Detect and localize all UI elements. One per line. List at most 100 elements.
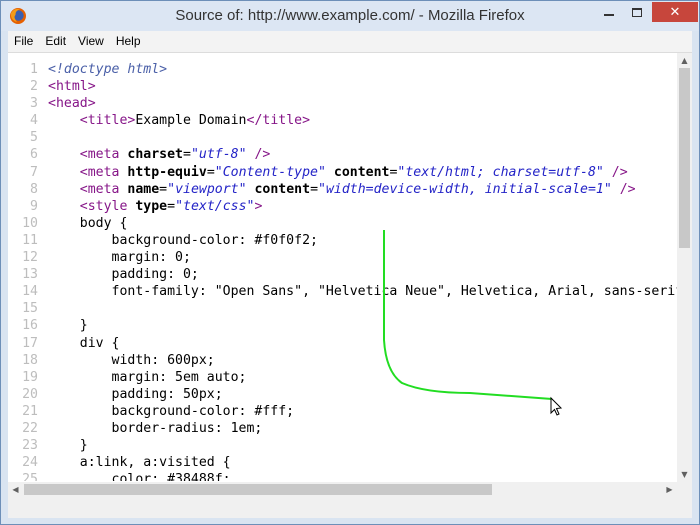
line-content: width: 600px; — [48, 352, 215, 369]
code-token: = — [167, 198, 176, 214]
code-token: body { — [48, 215, 128, 231]
source-line: 22 border-radius: 1em; — [8, 420, 677, 437]
line-content: <head> — [48, 95, 96, 112]
line-number: 15 — [22, 301, 38, 317]
source-line: 23 } — [8, 437, 677, 454]
line-content: <meta http-equiv="Content-type" content=… — [48, 164, 628, 181]
code-token: "utf-8" — [190, 147, 247, 163]
code-token: "width=device-width, initial-scale=1" — [318, 181, 612, 197]
line-content: <html> — [48, 78, 96, 95]
line-content: color: #38488f; — [48, 471, 231, 481]
source-line: 16 } — [8, 317, 677, 334]
code-token: } — [48, 438, 88, 454]
source-line: 15 — [8, 300, 677, 317]
scrollbar-corner — [677, 482, 692, 497]
code-token: } — [48, 318, 88, 334]
line-content: a:link, a:visited { — [48, 454, 231, 471]
code-token: color: #38488f; — [48, 472, 231, 481]
code-token: <title> — [79, 113, 136, 129]
code-token: <style — [79, 198, 136, 214]
maximize-button[interactable] — [623, 2, 651, 22]
horizontal-scroll-thumb[interactable] — [24, 484, 492, 495]
source-line: 13 padding: 0; — [8, 266, 677, 283]
code-token: padding: 0; — [48, 267, 199, 283]
menu-file[interactable]: File — [8, 31, 39, 52]
line-number: 13 — [22, 267, 38, 283]
code-token: Example Domain — [135, 113, 247, 129]
code-token: <meta — [79, 181, 128, 197]
line-number: 14 — [22, 284, 38, 300]
line-number: 9 — [30, 198, 38, 214]
code-token: border-radius: 1em; — [48, 420, 263, 436]
line-number: 17 — [22, 335, 38, 351]
source-line: 6 <meta charset="utf-8" /> — [8, 146, 677, 163]
title-bar[interactable]: Source of: http://www.example.com/ - Moz… — [1, 1, 699, 31]
source-line: 7 <meta http-equiv="Content-type" conten… — [8, 164, 677, 181]
code-token: type — [135, 198, 168, 214]
line-number: 2 — [30, 79, 38, 95]
vertical-scroll-thumb[interactable] — [679, 68, 690, 248]
code-token: = — [182, 147, 191, 163]
source-line: 19 margin: 5em auto; — [8, 369, 677, 386]
code-token: <!doctype html> — [48, 62, 168, 77]
code-token: <meta — [79, 147, 128, 163]
code-token: padding: 50px; — [48, 386, 223, 402]
menu-edit[interactable]: Edit — [39, 31, 72, 52]
line-content: div { — [48, 335, 120, 352]
line-number: 16 — [22, 318, 38, 334]
code-token: a:link, a:visited { — [48, 455, 231, 471]
source-line: 18 width: 600px; — [8, 352, 677, 369]
code-token: <meta — [79, 164, 128, 180]
code-token: margin: 5em auto; — [48, 369, 247, 385]
source-line: 9 <style type="text/css"> — [8, 198, 677, 215]
line-number: 20 — [22, 386, 38, 402]
source-line: 12 margin: 0; — [8, 249, 677, 266]
code-token: = — [206, 164, 215, 180]
menu-help[interactable]: Help — [110, 31, 147, 52]
line-number: 11 — [22, 232, 38, 248]
browser-window: Source of: http://www.example.com/ - Moz… — [0, 0, 700, 525]
source-code[interactable]: 1 <!doctype html> 2 <html> 3 <head> 4 <title>E… — [8, 61, 677, 481]
code-token: margin: 0; — [48, 250, 191, 266]
maximize-icon — [632, 7, 642, 17]
vertical-scrollbar[interactable]: ▲ ▼ — [677, 53, 692, 482]
line-content: border-radius: 1em; — [48, 420, 263, 437]
line-content: body { — [48, 215, 128, 232]
close-button[interactable]: ✕ — [652, 2, 698, 22]
source-line: 8 <meta name="viewport" content="width=d… — [8, 181, 677, 198]
line-number: 12 — [22, 250, 38, 266]
code-token: <head> — [48, 96, 96, 112]
line-content: <title>Example Domain</title> — [48, 112, 310, 129]
line-content: background-color: #f0f0f2; — [48, 232, 318, 249]
line-content: padding: 0; — [48, 266, 199, 283]
line-number: 5 — [30, 130, 38, 146]
source-view[interactable]: 1 <!doctype html> 2 <html> 3 <head> 4 <title>E… — [8, 52, 692, 497]
close-icon: ✕ — [669, 4, 681, 20]
line-number: 22 — [22, 420, 38, 436]
scroll-up-icon[interactable]: ▲ — [677, 53, 692, 68]
scroll-left-icon[interactable]: ◀ — [8, 482, 23, 497]
line-number: 4 — [30, 113, 38, 129]
line-content: font-family: "Open Sans", "Helvetica Neu… — [48, 283, 677, 300]
line-number: 23 — [22, 438, 38, 454]
code-token: name — [127, 181, 160, 197]
source-line: 5 — [8, 129, 677, 146]
source-line: 2 <html> — [8, 78, 677, 95]
minimize-button[interactable] — [595, 2, 623, 22]
status-bar — [8, 496, 692, 518]
code-token: content — [333, 164, 390, 180]
horizontal-scrollbar[interactable]: ◀ ▶ — [8, 482, 677, 497]
line-number: 25 — [22, 472, 38, 481]
code-token: font-family: "Open Sans", "Helvetica Neu… — [48, 284, 677, 300]
scroll-down-icon[interactable]: ▼ — [677, 467, 692, 482]
code-token: "Content-type" — [214, 164, 326, 180]
line-number: 24 — [22, 455, 38, 471]
source-line: 3 <head> — [8, 95, 677, 112]
code-token: "viewport" — [167, 181, 247, 197]
menu-view[interactable]: View — [72, 31, 110, 52]
line-content: <meta charset="utf-8" /> — [48, 146, 271, 163]
source-line: 14 font-family: "Open Sans", "Helvetica … — [8, 283, 677, 300]
scroll-right-icon[interactable]: ▶ — [662, 482, 677, 497]
